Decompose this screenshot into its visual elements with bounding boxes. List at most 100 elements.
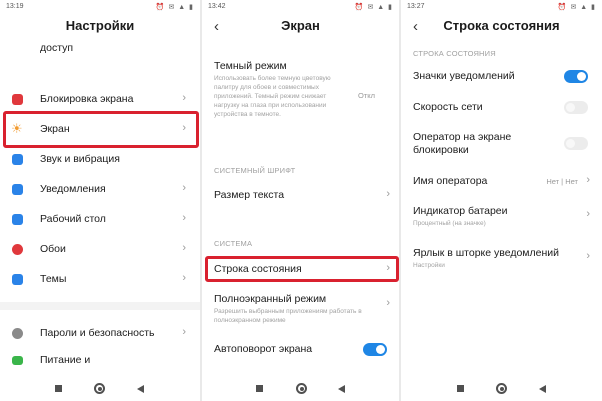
list-item-label: Рабочий стол: [40, 213, 106, 225]
status-icons: ⏰ ✉ ▲ ▮: [155, 4, 194, 11]
display-screen: 13:42 ⏰ ✉ ▲ ▮ ‹ Экран Темный режим Испол…: [202, 0, 399, 401]
home-icon: [12, 214, 23, 225]
section-divider: [0, 302, 200, 310]
chevron-right-icon: ›: [182, 182, 186, 194]
fullscreen-label: Полноэкранный режим: [214, 293, 327, 305]
battery-indicator-setting[interactable]: Индикатор батареи Процентный (на значке)…: [401, 202, 602, 234]
sidebar-item-display[interactable]: ☀ Экран ›: [0, 120, 200, 140]
status-time: 13:27: [407, 3, 425, 10]
lockscreen-operator-setting[interactable]: Оператор на экране блокировки: [401, 128, 602, 162]
chevron-right-icon: ›: [586, 174, 590, 186]
settings-screen: 13:19 ⏰ ✉ ▲ ▮ Настройки доступ Блокировк…: [0, 0, 200, 401]
section-header-system: СИСТЕМА: [214, 239, 253, 248]
sidebar-item-themes[interactable]: Темы ›: [0, 270, 200, 290]
autorotate-toggle[interactable]: [363, 343, 387, 356]
network-speed-toggle[interactable]: [564, 101, 588, 114]
text-size-label: Размер текста: [214, 189, 285, 201]
chevron-right-icon: ›: [182, 272, 186, 284]
chevron-right-icon: ›: [586, 250, 590, 262]
shade-shortcut-setting[interactable]: Ярлык в шторке уведомлений Настройки ›: [401, 244, 602, 276]
operator-name-label: Имя оператора: [413, 175, 488, 187]
dark-mode-setting[interactable]: Темный режим Использовать более темную ц…: [202, 57, 399, 147]
list-item-label: Питание и: [40, 354, 91, 366]
sidebar-item-home-screen[interactable]: Рабочий стол ›: [0, 210, 200, 230]
recents-button[interactable]: [457, 385, 464, 392]
list-item-label: Блокировка экрана: [40, 93, 134, 105]
network-speed-label: Скорость сети: [413, 101, 483, 113]
operator-name-value: Нет | Нет: [546, 177, 578, 186]
dark-mode-label: Темный режим: [214, 60, 287, 72]
operator-name-setting[interactable]: Имя оператора Нет | Нет ›: [401, 172, 602, 192]
navigation-bar: [401, 377, 602, 401]
list-item-label: доступ: [40, 42, 74, 54]
chevron-right-icon: ›: [386, 297, 390, 309]
status-bar: 13:42 ⏰ ✉ ▲ ▮: [202, 0, 399, 14]
status-icons: ⏰ ✉ ▲ ▮: [354, 4, 393, 11]
bell-icon: [12, 184, 23, 195]
back-button[interactable]: [137, 385, 144, 393]
status-bar-label: Строка состояния: [214, 263, 302, 275]
back-button[interactable]: [338, 385, 345, 393]
battery-icon: [12, 356, 23, 365]
home-button[interactable]: [94, 383, 105, 394]
status-time: 13:19: [6, 3, 24, 10]
dark-mode-description: Использовать более темную цветовую палит…: [214, 75, 331, 118]
dark-mode-value: Откл: [358, 91, 376, 100]
text-size-setting[interactable]: Размер текста ›: [202, 186, 399, 206]
flower-icon: [12, 244, 23, 255]
list-item-label: Обои: [40, 243, 66, 255]
page-title-text: Строка состояния: [443, 18, 560, 33]
lockscreen-operator-toggle[interactable]: [564, 137, 588, 150]
status-bar: 13:27 ⏰ ✉ ▲ ▮: [401, 0, 602, 14]
chevron-right-icon: ›: [182, 242, 186, 254]
battery-indicator-label: Индикатор батареи: [413, 205, 508, 217]
status-bar-setting[interactable]: Строка состояния ›: [202, 261, 399, 279]
page-title: ‹ Экран: [202, 18, 399, 42]
lockscreen-operator-label: Оператор на экране блокировки: [413, 131, 512, 156]
page-title: ‹ Строка состояния: [401, 18, 602, 42]
sidebar-item-notifications[interactable]: Уведомления ›: [0, 180, 200, 200]
notification-icons-label: Значки уведомлений: [413, 70, 515, 82]
sidebar-item-lock-screen[interactable]: Блокировка экрана ›: [0, 90, 200, 110]
notification-icons-toggle[interactable]: [564, 70, 588, 83]
list-item-label: Темы: [40, 273, 67, 285]
section-header: СТРОКА СОСТОЯНИЯ: [413, 49, 496, 58]
list-item-label: Пароли и безопасность: [40, 327, 155, 339]
sidebar-item-battery[interactable]: Питание и: [0, 354, 200, 368]
shade-shortcut-value: Настройки: [413, 262, 445, 269]
shade-shortcut-label: Ярлык в шторке уведомлений: [413, 247, 560, 259]
sidebar-item-passwords[interactable]: Пароли и безопасность ›: [0, 324, 200, 344]
chevron-right-icon: ›: [386, 188, 390, 200]
fullscreen-setting[interactable]: Полноэкранный режим Разрешить выбранным …: [202, 291, 399, 327]
back-arrow-icon[interactable]: ‹: [413, 18, 418, 35]
speaker-icon: [12, 154, 23, 165]
recents-button[interactable]: [55, 385, 62, 392]
lock-icon: [12, 94, 23, 105]
autorotate-setting[interactable]: Автоповорот экрана: [202, 340, 399, 360]
back-button[interactable]: [539, 385, 546, 393]
back-arrow-icon[interactable]: ‹: [214, 18, 219, 35]
chevron-right-icon: ›: [386, 262, 390, 274]
list-item-label: Звук и вибрация: [40, 153, 120, 165]
sidebar-item-wallpaper[interactable]: Обои ›: [0, 240, 200, 260]
list-item-accessibility[interactable]: доступ: [0, 42, 200, 58]
home-button[interactable]: [296, 383, 307, 394]
sidebar-item-sound[interactable]: Звук и вибрация: [0, 150, 200, 170]
brush-icon: [12, 274, 23, 285]
status-bar: 13:19 ⏰ ✉ ▲ ▮: [0, 0, 200, 14]
page-title-text: Экран: [281, 18, 320, 33]
navigation-bar: [202, 377, 399, 401]
gear-icon: [12, 328, 23, 339]
list-item-label: Экран: [40, 123, 70, 135]
home-button[interactable]: [496, 383, 507, 394]
chevron-right-icon: ›: [586, 208, 590, 220]
chevron-right-icon: ›: [182, 92, 186, 104]
network-speed-setting[interactable]: Скорость сети: [401, 98, 602, 118]
recents-button[interactable]: [256, 385, 263, 392]
navigation-bar: [0, 377, 200, 401]
autorotate-label: Автоповорот экрана: [214, 343, 313, 355]
status-bar-screen: 13:27 ⏰ ✉ ▲ ▮ ‹ Строка состояния СТРОКА …: [401, 0, 602, 401]
page-title: Настройки: [65, 18, 135, 33]
chevron-right-icon: ›: [182, 326, 186, 338]
notification-icons-setting[interactable]: Значки уведомлений: [401, 67, 602, 87]
